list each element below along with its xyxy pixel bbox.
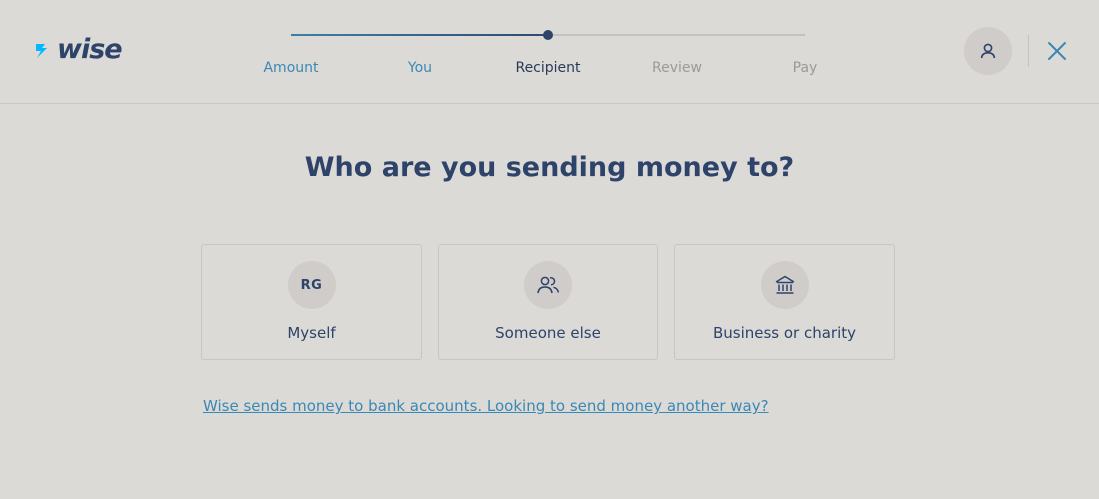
- step-amount[interactable]: Amount: [231, 59, 351, 77]
- close-button[interactable]: [1044, 38, 1070, 64]
- step-pay: Pay: [792, 60, 818, 76]
- recipient-option-myself[interactable]: RG Myself: [201, 244, 422, 360]
- option-label: Someone else: [495, 324, 601, 342]
- initials-avatar: RG: [287, 261, 336, 309]
- header-divider: [1028, 35, 1029, 67]
- stepper-track-progress: [291, 34, 548, 36]
- recipient-option-someone-else[interactable]: Someone else: [438, 244, 658, 360]
- page: wise Amount You Recipient Review Pay Who…: [0, 0, 1099, 499]
- people-icon: [537, 276, 560, 294]
- stepper-current-dot: [543, 30, 553, 40]
- bank-avatar: [760, 261, 809, 309]
- bank-icon: [775, 275, 794, 294]
- user-icon: [980, 43, 996, 59]
- option-label: Myself: [287, 324, 336, 342]
- step-you[interactable]: You: [360, 59, 480, 77]
- account-button[interactable]: [964, 27, 1012, 75]
- progress-stepper: Amount You Recipient Review Pay: [0, 0, 1099, 104]
- avatar-initials: RG: [300, 277, 323, 293]
- option-label: Business or charity: [712, 324, 857, 342]
- top-bar: wise Amount You Recipient Review Pay: [0, 0, 1099, 104]
- page-title: Who are you sending money to?: [304, 152, 795, 183]
- step-review: Review: [652, 60, 702, 76]
- step-recipient: Recipient: [515, 60, 581, 76]
- close-icon: [1048, 42, 1066, 60]
- people-avatar: [524, 261, 572, 309]
- recipient-option-business[interactable]: Business or charity: [674, 244, 895, 360]
- other-ways-link[interactable]: Wise sends money to bank accounts. Looki…: [203, 396, 769, 416]
